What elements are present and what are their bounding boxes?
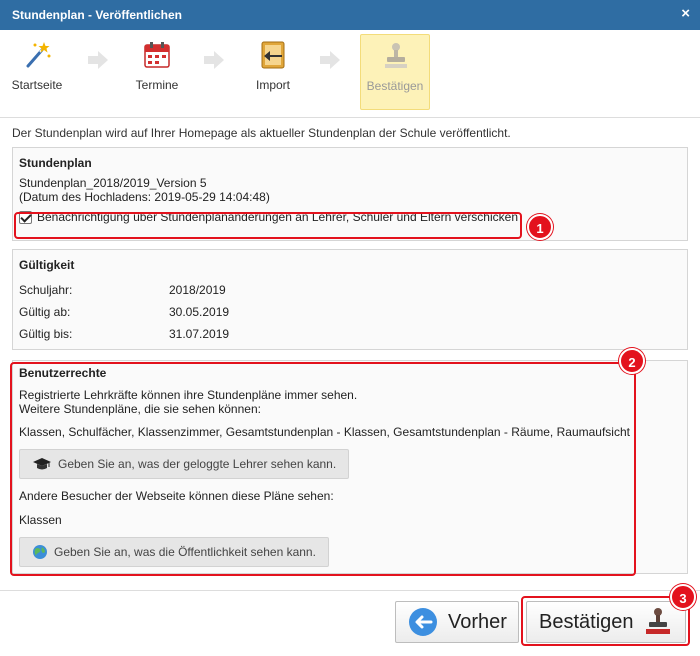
gueltigkeit-panel: Gültigkeit Schuljahr: 2018/2019 Gültig a… xyxy=(12,249,688,350)
import-icon xyxy=(261,41,285,69)
close-icon[interactable]: × xyxy=(681,5,690,22)
arrow-right-icon xyxy=(320,51,340,69)
intro-text: Der Stundenplan wird auf Ihrer Homepage … xyxy=(12,126,511,140)
gueltig-ab-label: Gültig ab: xyxy=(19,305,71,319)
schuljahr-value: 2018/2019 xyxy=(169,283,226,297)
step-label: Startseite xyxy=(11,78,63,92)
upload-date: (Datum des Hochladens: 2019-05-29 14:04:… xyxy=(19,190,270,204)
dialog-title: Stundenplan - Veröffentlichen xyxy=(12,8,183,22)
step-label: Import xyxy=(255,78,290,92)
arrow-right-icon xyxy=(88,51,108,69)
calendar-icon xyxy=(144,42,170,68)
magic-wand-icon xyxy=(26,42,51,68)
back-button[interactable]: Vorher xyxy=(395,601,519,643)
gueltig-bis-label: Gültig bis: xyxy=(19,327,73,341)
step-bestaetigen[interactable]: Bestätigen xyxy=(360,34,430,110)
plan-name: Stundenplan_2018/2019_Version 5 xyxy=(19,176,207,190)
section-title: Gültigkeit xyxy=(19,258,75,272)
gueltig-ab-value: 30.05.2019 xyxy=(169,305,230,319)
back-button-label[interactable]: Vorher xyxy=(448,611,507,634)
stamp-icon xyxy=(385,43,407,68)
schuljahr-label: Schuljahr: xyxy=(19,283,73,297)
highlight-box-2 xyxy=(10,362,636,576)
step-import[interactable]: Import xyxy=(238,34,308,110)
highlight-box-1 xyxy=(14,212,522,239)
gueltig-bis-value: 31.07.2019 xyxy=(169,327,230,341)
annotation-badge-1: 1 xyxy=(527,214,553,240)
step-startseite[interactable]: Startseite xyxy=(2,34,72,110)
step-label: Termine xyxy=(135,78,179,92)
annotation-badge-3: 3 xyxy=(670,584,696,610)
step-label: Bestätigen xyxy=(366,79,424,93)
highlight-box-3 xyxy=(521,596,690,646)
step-termine[interactable]: Termine xyxy=(122,34,192,110)
wizard-steps: Startseite Termine Import Bestätigen xyxy=(0,30,700,118)
dialog-titlebar: Stundenplan - Veröffentlichen × xyxy=(0,0,700,30)
annotation-badge-2: 2 xyxy=(619,348,645,374)
arrow-left-icon xyxy=(409,608,437,636)
section-title: Stundenplan xyxy=(19,156,92,170)
arrow-right-icon xyxy=(204,51,224,69)
